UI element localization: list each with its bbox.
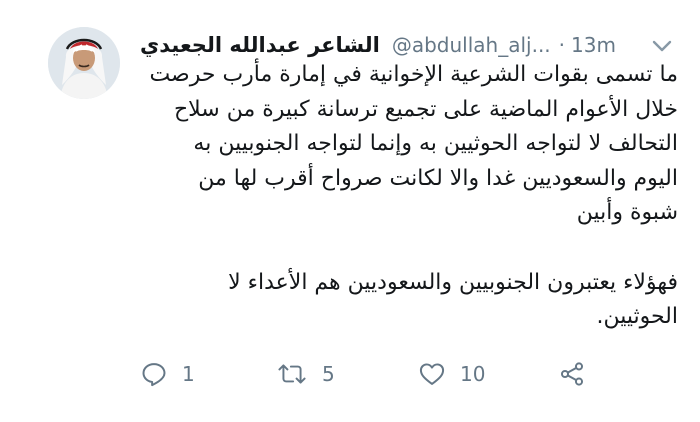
share-icon <box>560 362 584 386</box>
tweet-text-line: اليوم والسعوديين غدا والا لكانت صرواح أق… <box>198 165 678 191</box>
author-handle[interactable]: @abdullah_alj... <box>392 33 551 57</box>
tweet-text-line: خلال الأعوام الماضية على تجميع ترسانة كب… <box>173 96 678 122</box>
retweet-icon <box>278 364 306 384</box>
time-separator: · <box>558 33 566 57</box>
tweet-text-line: الحوثيين. <box>596 304 678 330</box>
like-count: 10 <box>460 362 486 386</box>
tweet-text: ما تسمى بقوات الشرعية الإخوانية في إمارة… <box>138 58 678 335</box>
share-button[interactable] <box>558 360 586 388</box>
author-avatar[interactable] <box>48 27 120 99</box>
tweet-text-line: ما تسمى بقوات الشرعية الإخوانية في إمارة… <box>149 62 678 87</box>
tweet-actions: 1 5 10 <box>140 360 680 396</box>
retweet-button[interactable]: 5 <box>276 360 335 388</box>
retweet-count: 5 <box>322 362 335 386</box>
reply-count: 1 <box>182 362 195 386</box>
tweet-text-line: شبوة وأبين <box>576 200 678 226</box>
tweet-timestamp[interactable]: 13m <box>571 33 616 57</box>
tweet-text-line: فهؤلاء يعتبرون الجنوبيين والسعوديين هم ا… <box>228 269 678 295</box>
reply-button[interactable]: 1 <box>140 360 195 388</box>
reply-icon <box>142 363 166 387</box>
heart-icon <box>419 363 445 385</box>
chevron-down-icon[interactable] <box>651 38 673 54</box>
tweet-text-line: التحالف لا لتواجه الحوثيين به وإنما لتوا… <box>193 131 678 157</box>
avatar-photo <box>48 27 120 99</box>
author-name[interactable]: الشاعر عبدالله الجعيدي <box>140 33 380 57</box>
like-button[interactable]: 10 <box>418 360 485 388</box>
tweet-header: الشاعر عبدالله الجعيدي @abdullah_alj... … <box>140 30 675 60</box>
